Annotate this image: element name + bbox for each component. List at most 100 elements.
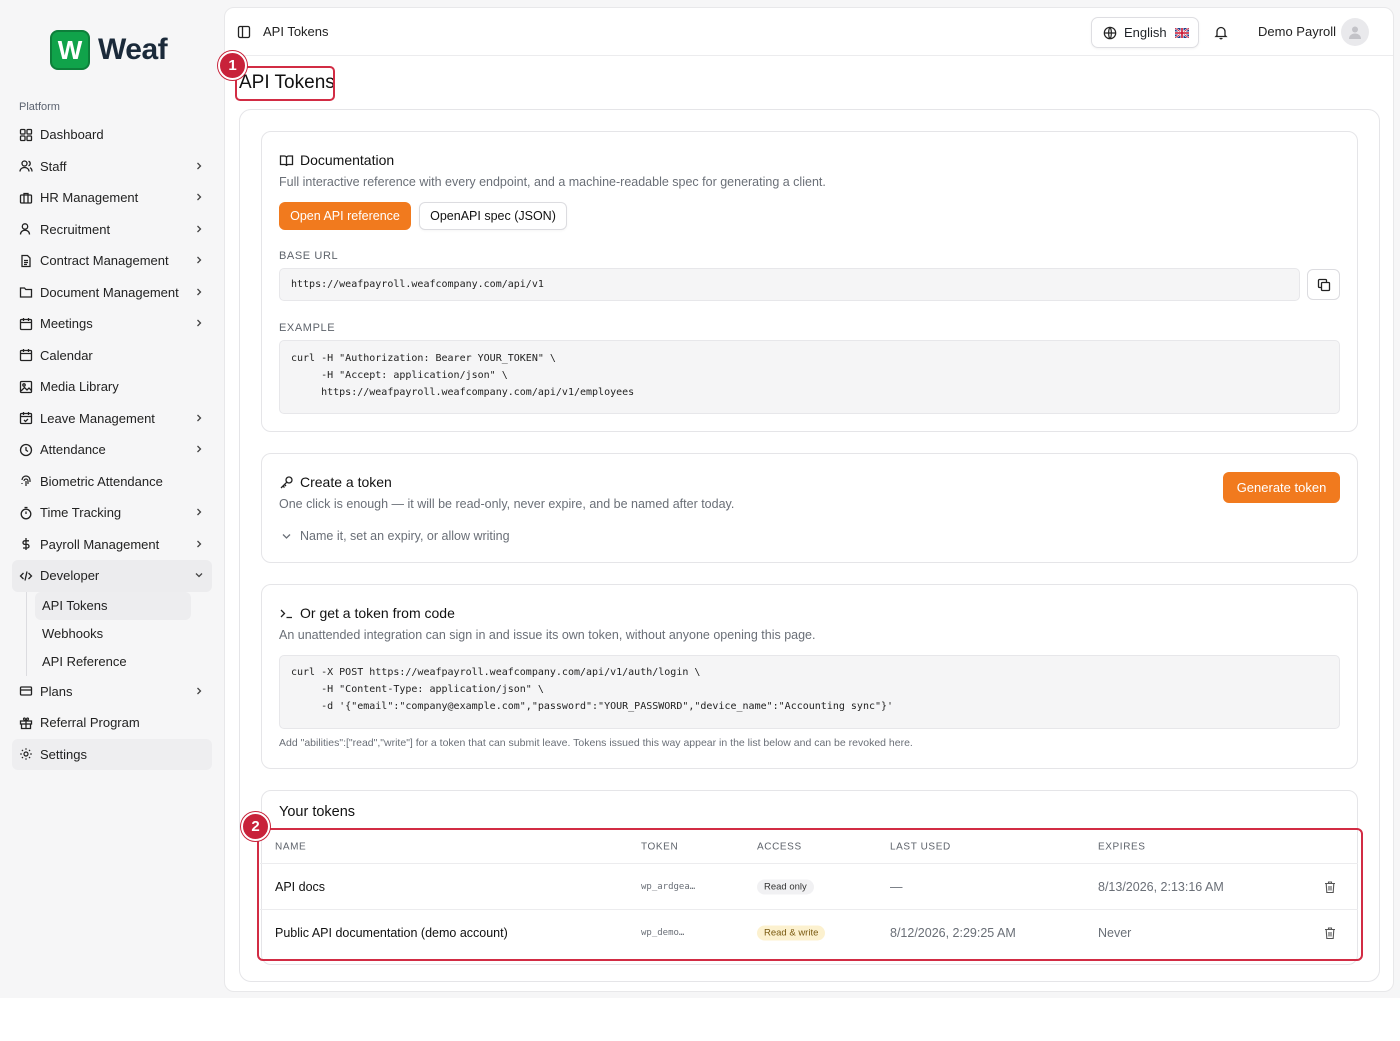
code-line: -H "Accept: application/json" \ [291, 370, 508, 381]
annotation-marker-2: 2 [241, 812, 270, 841]
chevron-down-icon [195, 573, 203, 578]
sidebar-item-developer[interactable]: Developer [12, 560, 212, 592]
dashboard-grid-icon [19, 128, 33, 142]
key-icon [280, 475, 293, 488]
chevron-down-icon [282, 533, 291, 539]
sidebar-item-label: Plans [40, 683, 73, 699]
sidebar-item-label: Referral Program [40, 715, 140, 731]
chevron-right-icon [197, 319, 202, 327]
avatar[interactable] [1341, 18, 1369, 46]
sidebar-item-payroll-management[interactable]: Payroll Management [12, 529, 212, 561]
copy-base-url-button[interactable] [1307, 269, 1340, 300]
chevron-right-icon [197, 162, 202, 169]
sidebar-item-hr-management[interactable]: HR Management [12, 182, 212, 214]
create-token-subtitle: One click is enough — it will be read-on… [279, 497, 735, 511]
chevron-right-icon [197, 540, 202, 547]
create-token-card: Create a token One click is enough — it … [261, 453, 1358, 563]
copy-icon [1317, 278, 1330, 291]
user-avatar-icon [1349, 26, 1361, 39]
sidebar-item-contract-management[interactable]: Contract Management [12, 245, 212, 277]
documentation-title: Documentation [279, 152, 394, 168]
calendar-clock-icon [19, 317, 33, 331]
documentation-title-text: Documentation [300, 152, 395, 168]
sidebar-item-label: Meetings [40, 316, 93, 332]
chevron-right-icon [197, 288, 202, 295]
sidebar-item-label: Contract Management [40, 253, 169, 269]
breadcrumb: API Tokens [263, 24, 329, 39]
generate-token-button[interactable]: Generate token [1223, 472, 1340, 503]
fingerprint-icon [19, 474, 33, 488]
example-label: EXAMPLE [279, 322, 336, 334]
sidebar-item-media-library[interactable]: Media Library [12, 371, 212, 403]
topbar: API Tokens English Demo Payroll [225, 8, 1393, 56]
user-name[interactable]: Demo Payroll [1258, 24, 1336, 39]
sidebar-item-calendar[interactable]: Calendar [12, 340, 212, 372]
folder-icon [19, 285, 33, 299]
sidebar-item-recruitment[interactable]: Recruitment [12, 214, 212, 246]
token-from-code-title: Or get a token from code [279, 605, 455, 621]
your-tokens-title: Your tokens [279, 804, 356, 820]
subnav-item-api-tokens[interactable]: API Tokens [35, 591, 191, 620]
sidebar-item-document-management[interactable]: Document Management [12, 277, 212, 309]
code-line: curl -H "Authorization: Bearer YOUR_TOKE… [291, 353, 556, 364]
dollar-icon [19, 537, 33, 551]
chevron-right-icon [197, 225, 202, 232]
token-from-code-title-text: Or get a token from code [300, 605, 455, 621]
uk-flag-icon [1174, 27, 1189, 38]
sidebar-item-leave-management[interactable]: Leave Management [12, 403, 212, 435]
sidebar-section-label: Platform [19, 101, 60, 113]
timer-icon [19, 506, 33, 520]
book-open-icon [279, 154, 294, 166]
sidebar-item-label: Dashboard [40, 127, 104, 143]
sidebar-item-settings[interactable]: Settings [12, 738, 212, 770]
bell-icon[interactable] [1214, 25, 1228, 40]
chevron-right-icon [197, 508, 202, 516]
base-url-field[interactable]: https://weafpayroll.weafcompany.com/api/… [279, 268, 1300, 301]
gift-icon [19, 716, 33, 730]
sidebar-item-plans[interactable]: Plans [12, 676, 212, 708]
highlight-box-title [235, 66, 335, 101]
sidebar-item-label: Document Management [40, 284, 179, 300]
open-api-reference-button[interactable]: Open API reference [279, 202, 411, 230]
create-token-title-text: Create a token [300, 474, 392, 490]
clock-icon [19, 443, 33, 457]
sidebar-item-label: Media Library [40, 379, 119, 395]
annotation-marker-1: 1 [218, 51, 247, 80]
sidebar-toggle-icon[interactable] [237, 25, 251, 39]
sidebar-item-attendance[interactable]: Attendance [12, 434, 212, 466]
sidebar-nav: Dashboard Staff HR Management Recruitmen… [12, 119, 212, 770]
openapi-spec-button[interactable]: OpenAPI spec (JSON) [419, 202, 567, 230]
sidebar-item-label: Leave Management [40, 410, 155, 426]
language-label: English [1124, 25, 1167, 40]
app-window: W Weaf Platform Dashboard Staff HR Manag… [0, 0, 1400, 998]
sidebar-item-biometric-attendance[interactable]: Biometric Attendance [12, 466, 212, 498]
sidebar-item-time-tracking[interactable]: Time Tracking [12, 497, 212, 529]
documentation-card: Documentation Full interactive reference… [261, 131, 1358, 432]
sidebar-item-label: Attendance [40, 442, 106, 458]
base-url-value: https://weafpayroll.weafcompany.com/api/… [291, 279, 544, 290]
users-icon [19, 159, 33, 173]
code-icon [19, 569, 33, 583]
sidebar-item-staff[interactable]: Staff [12, 151, 212, 183]
create-token-title: Create a token [279, 474, 392, 490]
sidebar-item-label: Developer [40, 568, 100, 584]
gear-icon [19, 747, 33, 761]
example-code-block[interactable]: curl -H "Authorization: Bearer YOUR_TOKE… [279, 340, 1340, 414]
subnav-item-api-reference[interactable]: API Reference [35, 648, 191, 676]
language-selector[interactable]: English [1091, 17, 1199, 48]
sidebar: W Weaf Platform Dashboard Staff HR Manag… [0, 0, 224, 998]
sidebar-item-label: Calendar [40, 347, 93, 363]
sidebar-item-label: Time Tracking [40, 505, 122, 521]
token-from-code-card: Or get a token from code An unattended i… [261, 584, 1358, 769]
image-icon [19, 380, 33, 394]
sidebar-item-label: Settings [40, 746, 87, 762]
sidebar-item-referral-program[interactable]: Referral Program [12, 707, 212, 739]
login-code-block[interactable]: curl -X POST https://weafpayroll.weafcom… [279, 655, 1340, 729]
sidebar-item-meetings[interactable]: Meetings [12, 308, 212, 340]
subnav-item-webhooks[interactable]: Webhooks [35, 620, 191, 648]
abilities-hint: Add "abilities":["read","write"] for a t… [279, 737, 913, 749]
token-options-label: Name it, set an expiry, or allow writing [300, 529, 510, 543]
brand-logo[interactable]: W Weaf [50, 30, 168, 70]
token-options-disclosure[interactable]: Name it, set an expiry, or allow writing [281, 529, 510, 543]
sidebar-item-dashboard[interactable]: Dashboard [12, 119, 212, 151]
